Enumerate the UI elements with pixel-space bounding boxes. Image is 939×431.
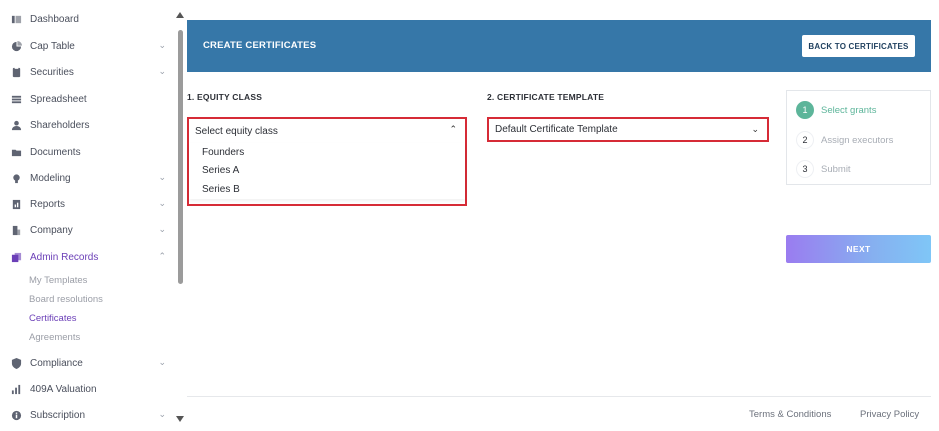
chevron-down-icon: ⌄: [158, 66, 166, 76]
progress-steps: 1 Select grants 2 Assign executors 3 Sub…: [786, 90, 931, 185]
chevron-up-icon: ⌃: [449, 124, 457, 134]
sidebar-item-label: Compliance: [30, 357, 83, 369]
chevron-down-icon: ⌄: [158, 198, 166, 208]
footer-divider: [187, 396, 931, 397]
page-title: CREATE CERTIFICATES: [203, 40, 317, 51]
sidebar-item-cap-table[interactable]: Cap Table ⌄: [10, 36, 172, 56]
sidebar-item-subscription[interactable]: Subscription ⌄: [10, 405, 172, 425]
sidebar-item-label: Cap Table: [30, 40, 75, 52]
sidebar-subitem-board-resolutions[interactable]: Board resolutions: [29, 294, 103, 305]
equity-option-founders[interactable]: Founders: [189, 143, 465, 162]
sidebar-item-modeling[interactable]: Modeling ⌄: [10, 168, 172, 188]
sidebar-subitem-certificates[interactable]: Certificates: [29, 313, 77, 324]
spreadsheet-icon: [10, 93, 22, 105]
sidebar-item-admin-records[interactable]: Admin Records ⌃: [10, 247, 172, 267]
certificate-template-label: 2. CERTIFICATE TEMPLATE: [487, 92, 605, 102]
sidebar-item-securities[interactable]: Securities ⌄: [10, 62, 172, 82]
scroll-thumb[interactable]: [178, 30, 183, 284]
step-label: Assign executors: [821, 134, 894, 146]
info-icon: [10, 409, 22, 421]
clipboard-icon: [10, 66, 22, 78]
sidebar-item-label: Shareholders: [30, 119, 90, 131]
equity-option-series-b[interactable]: Series B: [189, 180, 465, 199]
page-header: CREATE CERTIFICATES BACK TO CERTIFICATES: [187, 20, 931, 72]
dashboard-icon: [10, 13, 22, 25]
sidebar-scrollbar[interactable]: [176, 12, 185, 422]
sidebar-item-label: Modeling: [30, 172, 71, 184]
sidebar-item-spreadsheet[interactable]: Spreadsheet: [10, 89, 172, 109]
sidebar-item-reports[interactable]: Reports ⌄: [10, 194, 172, 214]
folder-icon: [10, 146, 22, 158]
lightbulb-icon: [10, 172, 22, 184]
person-icon: [10, 119, 22, 131]
sidebar: Dashboard Cap Table ⌄ Securities ⌄ Sprea…: [0, 0, 175, 431]
building-icon: [10, 224, 22, 236]
sidebar-item-label: Documents: [30, 146, 81, 158]
chevron-down-icon: ⌄: [158, 409, 166, 419]
shield-icon: [10, 357, 22, 369]
step-number: 2: [796, 131, 814, 149]
privacy-link[interactable]: Privacy Policy: [860, 409, 919, 420]
valuation-icon: [10, 383, 22, 395]
sidebar-item-409a-valuation[interactable]: 409A Valuation: [10, 379, 172, 399]
equity-option-series-a[interactable]: Series A: [189, 162, 465, 181]
next-button[interactable]: NEXT: [786, 235, 931, 263]
equity-class-dropdown: Select equity class ⌃ Founders Series A …: [187, 117, 467, 206]
certificate-template-value: Default Certificate Template: [495, 124, 618, 135]
sidebar-item-label: Company: [30, 224, 73, 236]
step-number: 3: [796, 160, 814, 178]
pie-chart-icon: [10, 40, 22, 52]
step-select-grants: 1 Select grants: [796, 101, 876, 119]
step-assign-executors: 2 Assign executors: [796, 131, 893, 149]
step-label: Select grants: [821, 104, 877, 116]
step-number: 1: [796, 101, 814, 119]
equity-class-select[interactable]: Select equity class ⌃: [189, 119, 465, 143]
sidebar-item-company[interactable]: Company ⌄: [10, 220, 172, 240]
scroll-down-arrow-icon[interactable]: [176, 416, 184, 422]
sidebar-item-label: Dashboard: [30, 13, 79, 25]
sidebar-item-documents[interactable]: Documents: [10, 142, 172, 162]
chevron-down-icon: ⌄: [158, 224, 166, 234]
step-label: Submit: [821, 163, 851, 175]
chevron-up-icon: ⌃: [158, 251, 166, 261]
sidebar-item-dashboard[interactable]: Dashboard: [10, 9, 172, 29]
sidebar-item-label: Securities: [30, 66, 74, 78]
sidebar-item-label: Admin Records: [30, 251, 99, 263]
sidebar-subitem-my-templates[interactable]: My Templates: [29, 275, 87, 286]
sidebar-item-compliance[interactable]: Compliance ⌄: [10, 353, 172, 373]
certificate-template-select[interactable]: Default Certificate Template ⌄: [487, 117, 769, 142]
equity-class-placeholder: Select equity class: [195, 125, 278, 137]
sidebar-item-label: Spreadsheet: [30, 93, 87, 105]
sidebar-item-shareholders[interactable]: Shareholders: [10, 115, 172, 135]
sidebar-subitem-agreements[interactable]: Agreements: [29, 332, 80, 343]
back-to-certificates-button[interactable]: BACK TO CERTIFICATES: [802, 35, 915, 57]
sidebar-item-label: 409A Valuation: [30, 383, 97, 395]
chevron-down-icon: ⌄: [158, 172, 166, 182]
chevron-down-icon: ⌄: [158, 357, 166, 367]
equity-class-label: 1. EQUITY CLASS: [187, 92, 263, 102]
equity-class-options: Founders Series A Series B: [189, 143, 465, 199]
report-icon: [10, 198, 22, 210]
chevron-down-icon: ⌄: [751, 124, 759, 134]
step-submit: 3 Submit: [796, 160, 851, 178]
sidebar-item-label: Reports: [30, 198, 66, 210]
scroll-up-arrow-icon[interactable]: [176, 12, 184, 18]
chevron-down-icon: ⌄: [158, 40, 166, 50]
records-icon: [10, 251, 22, 263]
sidebar-item-label: Subscription: [30, 409, 86, 421]
terms-link[interactable]: Terms & Conditions: [749, 409, 831, 420]
